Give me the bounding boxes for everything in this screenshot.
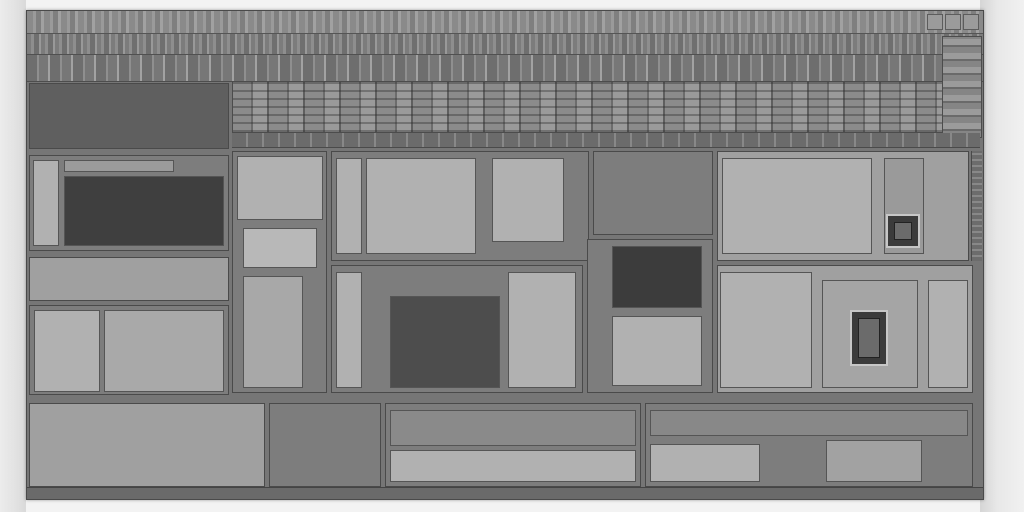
ribbon-strip[interactable] (232, 81, 944, 133)
menu-bar[interactable] (27, 34, 983, 55)
assets-header (650, 410, 968, 436)
minimize-button[interactable] (927, 14, 943, 30)
assets-preview (826, 440, 922, 482)
inspector-panel[interactable] (717, 265, 973, 393)
thumbnail-strip-3[interactable] (717, 151, 969, 261)
inspector-list[interactable] (928, 280, 968, 388)
detail-grid[interactable] (612, 316, 702, 386)
canvas-image[interactable] (390, 296, 500, 388)
timeline-panel[interactable] (29, 403, 265, 487)
title-bar[interactable] (27, 11, 983, 34)
ribbon-side-controls[interactable] (942, 36, 982, 138)
canvas-scroll[interactable] (336, 272, 362, 388)
layers-list[interactable] (34, 310, 100, 392)
preview-panel[interactable] (29, 155, 229, 251)
left-top-panel[interactable] (29, 83, 229, 149)
property-list[interactable] (243, 276, 303, 388)
thumbnail-a[interactable] (366, 158, 476, 254)
thumbnail-b[interactable] (492, 158, 564, 242)
thumbnail-c[interactable] (722, 158, 872, 254)
assets-panel[interactable] (645, 403, 973, 487)
component-icon (850, 310, 888, 366)
empty-panel (269, 403, 381, 487)
layers-detail (104, 310, 224, 392)
desktop-left-edge (0, 0, 26, 512)
close-button[interactable] (963, 14, 979, 30)
output-header (390, 410, 636, 446)
property-swatches[interactable] (237, 156, 323, 220)
detail-image (612, 246, 702, 308)
preview-header (64, 160, 174, 172)
screen (0, 0, 1024, 512)
output-panel[interactable] (385, 403, 641, 487)
layers-panel[interactable] (29, 305, 229, 395)
detail-panel[interactable] (587, 239, 713, 393)
property-preview (243, 228, 317, 268)
property-panel[interactable] (232, 151, 327, 393)
right-scrollbar[interactable] (971, 151, 982, 261)
inspector-grid[interactable] (720, 272, 812, 388)
thumbnail-strip-2[interactable] (593, 151, 713, 235)
chip-icon (886, 214, 920, 248)
preview-image (64, 176, 224, 246)
desktop-right-edge (980, 0, 1024, 512)
main-canvas-panel[interactable] (331, 265, 583, 393)
preview-scrollbar[interactable] (33, 160, 59, 246)
canvas-side (508, 272, 576, 388)
bottom-status-bar (27, 487, 983, 499)
output-grid[interactable] (390, 450, 636, 482)
tool-grid-panel[interactable] (29, 257, 229, 301)
thumbnail-strip-1[interactable] (331, 151, 589, 261)
maximize-button[interactable] (945, 14, 961, 30)
application-window (26, 10, 984, 500)
toolbar[interactable] (27, 55, 983, 82)
status-strip (232, 133, 980, 148)
assets-grid-a[interactable] (650, 444, 760, 482)
thumb-scroll-1[interactable] (336, 158, 362, 254)
